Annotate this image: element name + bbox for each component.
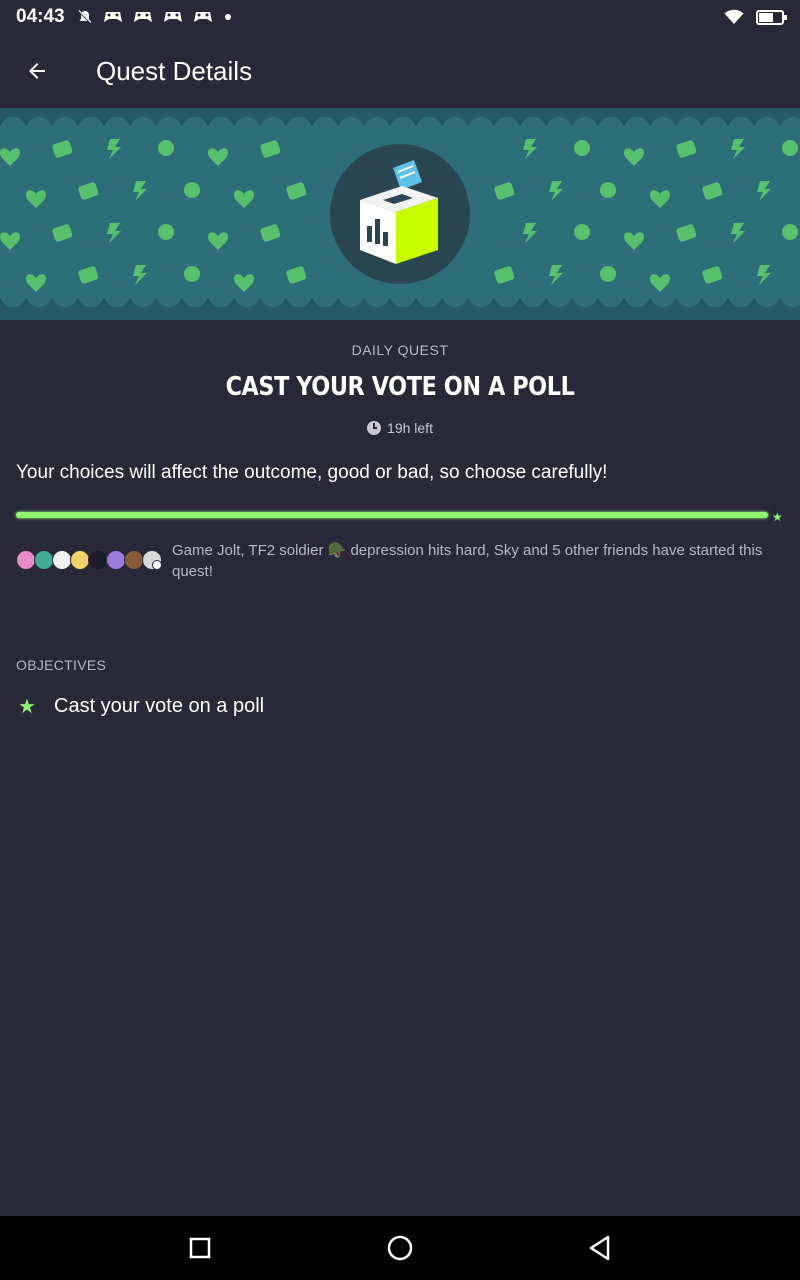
objective-item: ★ Cast your vote on a poll xyxy=(16,694,264,719)
friend-avatar[interactable] xyxy=(16,550,36,570)
friends-started[interactable]: Game Jolt, TF2 soldier 🪖 depression hits… xyxy=(16,540,786,582)
time-left-text: 19h left xyxy=(387,420,433,436)
friend-avatar[interactable] xyxy=(70,550,90,570)
home-button[interactable] xyxy=(376,1224,424,1272)
back-triangle-icon xyxy=(589,1235,610,1261)
quest-description: Your choices will affect the outcome, go… xyxy=(16,462,608,483)
status-time: 04:43 xyxy=(16,6,65,27)
friend-avatar[interactable] xyxy=(88,550,108,570)
friend-avatar[interactable] xyxy=(124,550,144,570)
time-left: 19h left xyxy=(0,420,800,436)
page-title: Quest Details xyxy=(96,55,253,86)
quest-progress-bar xyxy=(16,512,768,518)
app-bar: Quest Details xyxy=(0,34,800,108)
gamepad-icon xyxy=(163,12,182,22)
verified-badge-icon xyxy=(152,560,162,570)
dot-icon xyxy=(224,14,231,20)
star-icon: ★ xyxy=(18,696,36,718)
gamepad-icon xyxy=(103,12,122,22)
status-bar: 04:43 xyxy=(0,0,800,34)
wifi-icon xyxy=(724,9,744,24)
back-nav-button[interactable] xyxy=(576,1224,624,1272)
friend-avatar[interactable] xyxy=(52,550,72,570)
recents-square-icon xyxy=(189,1237,211,1259)
quest-banner xyxy=(0,108,800,320)
arrow-left-icon xyxy=(29,63,45,79)
system-nav-bar xyxy=(0,1216,800,1280)
gamepad-icon xyxy=(193,12,212,22)
clock-icon xyxy=(367,421,382,435)
quest-title: CAST YOUR VOTE ON A POLL xyxy=(225,372,575,402)
objectives-label: OBJECTIVES xyxy=(16,657,107,673)
quest-type-label: DAILY QUEST xyxy=(351,342,449,358)
mute-bell-icon xyxy=(77,10,92,24)
friend-avatar[interactable] xyxy=(34,550,54,570)
banner-pattern xyxy=(0,108,800,320)
friend-avatar[interactable] xyxy=(106,550,126,570)
system-icons xyxy=(724,9,787,25)
quest-progress-fill xyxy=(16,512,768,518)
friends-started-text: Game Jolt, TF2 soldier 🪖 depression hits… xyxy=(172,542,763,580)
battery-icon xyxy=(756,9,787,25)
recents-button[interactable] xyxy=(176,1224,224,1272)
notification-icons xyxy=(77,9,233,25)
objective-text: Cast your vote on a poll xyxy=(54,695,265,717)
friend-avatars[interactable] xyxy=(16,540,166,580)
progress-star-icon: ★ xyxy=(772,510,783,524)
gamepad-icon xyxy=(133,12,152,22)
back-button[interactable] xyxy=(0,34,74,108)
home-circle-icon xyxy=(387,1235,413,1261)
